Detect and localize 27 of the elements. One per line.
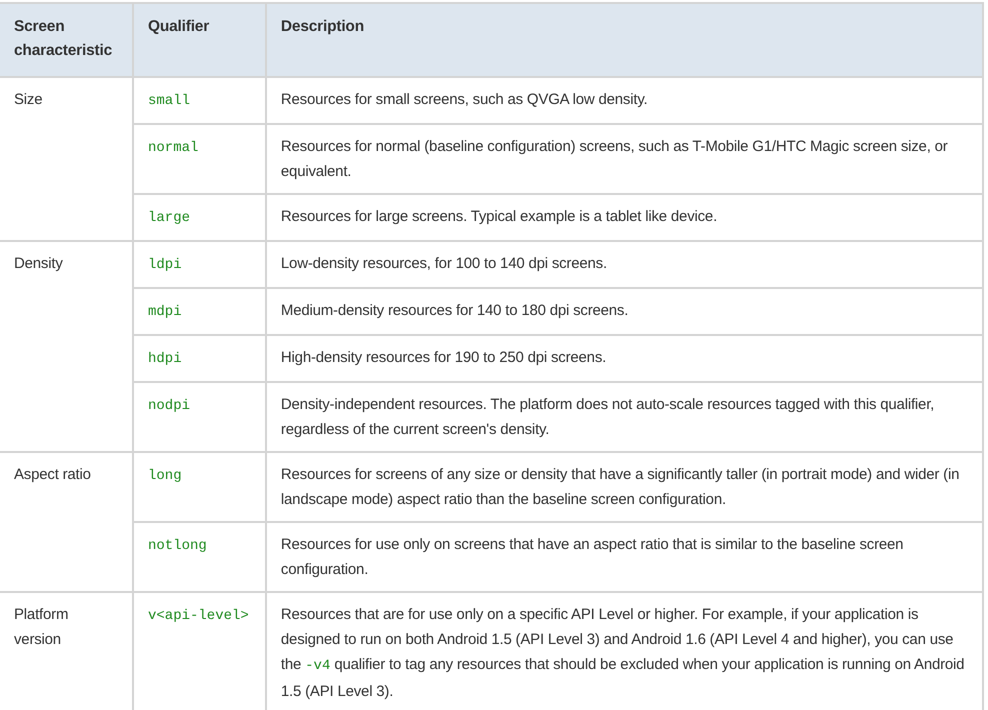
column-header: Qualifier — [148, 18, 210, 35]
qualifier-code: long — [148, 468, 182, 484]
qualifier-code: mdpi — [148, 304, 182, 320]
description-text: Resources for large screens. Typical example is a tablet like device. — [280, 208, 718, 225]
description-text: Low-density resources, for 100 to 140 dpi screens. — [280, 255, 607, 272]
qualifier-code: v<api-level> — [148, 608, 249, 624]
qualifier-code: small — [148, 93, 190, 109]
characteristic-text: Platform version — [14, 606, 68, 648]
qualifier-code: hdpi — [148, 351, 182, 367]
qualifier-code: ldpi — [148, 257, 182, 273]
description-text: Resources for use only on screens that have an aspect ratio that is similar to the baseline screen configuration. — [280, 536, 904, 578]
qualifier-code: normal — [148, 140, 198, 156]
column-header: Description — [280, 18, 364, 35]
qualifier-code: nodpi — [148, 398, 190, 414]
qualifier-code: large — [148, 210, 190, 226]
description-text: High-density resources for 190 to 250 dpi screens. — [280, 349, 606, 366]
characteristic-text: Size — [14, 91, 42, 108]
qualifier-code: notlong — [148, 538, 207, 554]
characteristic-text: Density — [14, 255, 63, 272]
description-text: Resources for normal (baseline configuration) screens, such as T-Mobile G1/HTC Magic screen size, or equivalent. — [280, 138, 948, 180]
description-text: Density-independent resources. The platform does not auto-scale resources tagged with this qualifier, regardless of the current screen's density. — [280, 396, 934, 438]
description-text: Medium-density resources for 140 to 180 dpi screens. — [280, 302, 628, 319]
characteristic-text: Aspect ratio — [14, 466, 91, 483]
description-text: Resources that are for use only on a specific API Level or higher. For example, if your application is designed to run on both Android 1.5 (API Level 3) and Android 1.6 (API Level 4 and higher), you can use the -v4 qualifier to tag any resources that should be excluded when your application is running on Android 1.5 (API Level 3). — [280, 606, 964, 700]
description-text: Resources for screens of any size or density that have a significantly taller (in portrait mode) and wider (in landscape mode) aspect ratio than the baseline screen configuration. — [280, 466, 960, 508]
description-text: Resources for small screens, such as QVGA low density. — [280, 91, 648, 108]
column-header: Screen characteristic — [14, 18, 112, 59]
